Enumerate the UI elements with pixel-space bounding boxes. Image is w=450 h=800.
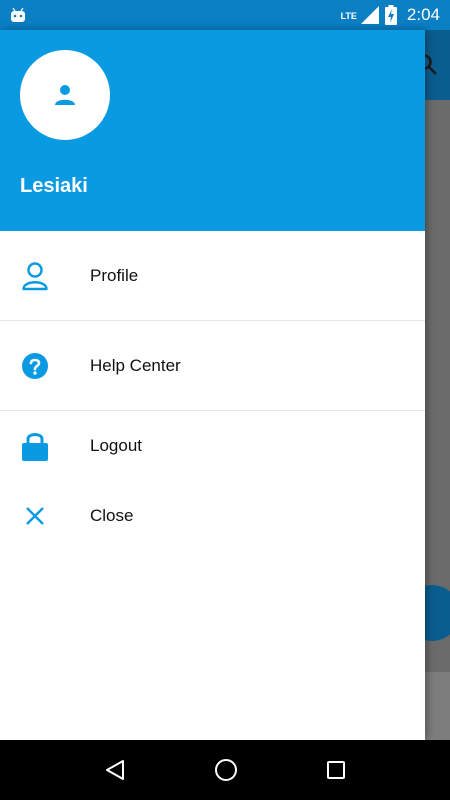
lock-icon [22,433,48,461]
android-notification-icon [11,8,25,22]
drawer-item-label: Logout [90,436,142,455]
back-icon[interactable] [104,759,126,781]
signal-icon [360,6,379,24]
avatar[interactable] [20,50,110,140]
person-outline-icon [22,261,48,290]
network-type-label: LTE [340,11,357,21]
clock: 2:04 [406,5,440,24]
drawer-username: Lesiaki [20,175,88,197]
battery-charging-icon [384,5,397,25]
drawer-item-label: Close [90,506,134,525]
drawer-header: Lesiaki [0,30,425,231]
status-bar: LTE 2:04 [0,0,450,30]
person-icon [55,85,75,105]
home-icon[interactable] [214,758,238,782]
drawer-item-help-center[interactable]: Help Center [0,321,425,411]
recents-icon[interactable] [326,760,346,780]
drawer-menu: Profile Help Center Logout Close [0,231,425,551]
close-icon [26,507,44,525]
system-navigation-bar [0,740,450,800]
drawer-item-label: Help Center [90,355,181,375]
drawer-item-profile[interactable]: Profile [0,231,425,321]
help-circle-icon [22,352,48,379]
drawer-item-label: Profile [90,265,139,285]
drawer-item-close[interactable]: Close [0,481,425,551]
navigation-drawer: Lesiaki Profile Help Center Logout Close [0,30,425,740]
drawer-item-logout[interactable]: Logout [0,411,425,481]
